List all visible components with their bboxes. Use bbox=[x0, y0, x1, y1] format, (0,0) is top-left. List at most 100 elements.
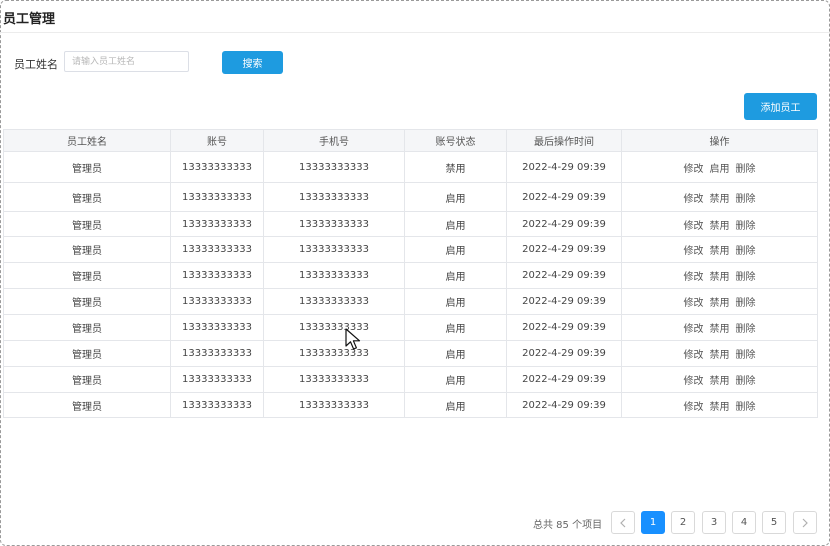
actions-cell: 修改 禁用 删除 bbox=[621, 340, 818, 367]
phone-cell: 13333333333 bbox=[263, 236, 405, 263]
delete-link[interactable]: 删除 bbox=[736, 164, 756, 175]
column-header-phone: 手机号 bbox=[263, 129, 405, 152]
toggle-status-link[interactable]: 禁用 bbox=[710, 246, 730, 257]
account-cell: 13333333333 bbox=[170, 262, 264, 289]
title-divider bbox=[0, 32, 830, 33]
actions-cell: 修改 禁用 删除 bbox=[621, 236, 818, 263]
page-button-4[interactable]: 4 bbox=[732, 511, 756, 534]
employee-table: 员工姓名 账号 手机号 账号状态 最后操作时间 操作 管理员 1333333333… bbox=[3, 129, 818, 418]
delete-link[interactable]: 删除 bbox=[736, 272, 756, 283]
account-cell: 13333333333 bbox=[170, 288, 264, 315]
delete-link[interactable]: 删除 bbox=[736, 221, 756, 232]
toggle-status-link[interactable]: 禁用 bbox=[710, 298, 730, 309]
status-cell: 启用 bbox=[404, 314, 507, 341]
edit-link[interactable]: 修改 bbox=[684, 194, 704, 205]
table-row: 管理员 13333333333 13333333333 启用 2022-4-29 09:… bbox=[3, 314, 818, 341]
edit-link[interactable]: 修改 bbox=[684, 272, 704, 283]
edit-link[interactable]: 修改 bbox=[684, 164, 704, 175]
table-row: 管理员 13333333333 13333333333 启用 2022-4-29 09:… bbox=[3, 366, 818, 393]
account-cell: 13333333333 bbox=[170, 366, 264, 393]
toggle-status-link[interactable]: 启用 bbox=[710, 164, 730, 175]
account-cell: 13333333333 bbox=[170, 314, 264, 341]
phone-cell: 13333333333 bbox=[263, 314, 405, 341]
table-header-row: 员工姓名 账号 手机号 账号状态 最后操作时间 操作 bbox=[3, 129, 818, 152]
delete-link[interactable]: 删除 bbox=[736, 246, 756, 257]
phone-cell: 13333333333 bbox=[263, 340, 405, 367]
last-operation-time-cell: 2022-4-29 09:39 bbox=[506, 288, 622, 315]
page-title: 员工管理 bbox=[3, 12, 56, 27]
last-operation-time-cell: 2022-4-29 09:39 bbox=[506, 182, 622, 212]
actions-cell: 修改 启用 删除 bbox=[621, 151, 818, 183]
toggle-status-link[interactable]: 禁用 bbox=[710, 402, 730, 413]
account-cell: 13333333333 bbox=[170, 236, 264, 263]
search-button[interactable]: 搜索 bbox=[222, 51, 283, 74]
toggle-status-link[interactable]: 禁用 bbox=[710, 350, 730, 361]
edit-link[interactable]: 修改 bbox=[684, 246, 704, 257]
table-row: 管理员 13333333333 13333333333 禁用 2022-4-29 09:… bbox=[3, 151, 818, 183]
edit-link[interactable]: 修改 bbox=[684, 376, 704, 387]
status-cell: 启用 bbox=[404, 211, 507, 237]
toggle-status-link[interactable]: 禁用 bbox=[710, 324, 730, 335]
table-row: 管理员 13333333333 13333333333 启用 2022-4-29 09:… bbox=[3, 236, 818, 263]
phone-cell: 13333333333 bbox=[263, 211, 405, 237]
employee-name-cell: 管理员 bbox=[3, 236, 171, 263]
mouse-pointer-icon bbox=[345, 328, 363, 356]
page-button-5[interactable]: 5 bbox=[762, 511, 786, 534]
employee-name-cell: 管理员 bbox=[3, 262, 171, 289]
last-operation-time-cell: 2022-4-29 09:39 bbox=[506, 262, 622, 289]
status-cell: 启用 bbox=[404, 262, 507, 289]
actions-cell: 修改 禁用 删除 bbox=[621, 211, 818, 237]
page-button-3[interactable]: 3 bbox=[702, 511, 726, 534]
employee-name-cell: 管理员 bbox=[3, 314, 171, 341]
next-page-button[interactable] bbox=[793, 511, 817, 534]
status-cell: 启用 bbox=[404, 182, 507, 212]
page-button-1[interactable]: 1 bbox=[641, 511, 665, 534]
delete-link[interactable]: 删除 bbox=[736, 402, 756, 413]
toggle-status-link[interactable]: 禁用 bbox=[710, 221, 730, 232]
chevron-right-icon bbox=[801, 518, 809, 528]
delete-link[interactable]: 删除 bbox=[736, 350, 756, 361]
edit-link[interactable]: 修改 bbox=[684, 324, 704, 335]
last-operation-time-cell: 2022-4-29 09:39 bbox=[506, 366, 622, 393]
edit-link[interactable]: 修改 bbox=[684, 350, 704, 361]
toggle-status-link[interactable]: 禁用 bbox=[710, 272, 730, 283]
delete-link[interactable]: 删除 bbox=[736, 376, 756, 387]
edit-link[interactable]: 修改 bbox=[684, 402, 704, 413]
pagination: 总共 85 个项目 1 2 3 4 5 bbox=[0, 511, 830, 535]
toggle-status-link[interactable]: 禁用 bbox=[710, 194, 730, 205]
status-cell: 启用 bbox=[404, 392, 507, 418]
delete-link[interactable]: 删除 bbox=[736, 194, 756, 205]
prev-page-button[interactable] bbox=[611, 511, 635, 534]
status-cell: 禁用 bbox=[404, 151, 507, 183]
actions-cell: 修改 禁用 删除 bbox=[621, 288, 818, 315]
phone-cell: 13333333333 bbox=[263, 392, 405, 418]
edit-link[interactable]: 修改 bbox=[684, 221, 704, 232]
column-header-actions: 操作 bbox=[621, 129, 818, 152]
employee-name-cell: 管理员 bbox=[3, 366, 171, 393]
delete-link[interactable]: 删除 bbox=[736, 324, 756, 335]
column-header-account: 账号 bbox=[170, 129, 264, 152]
page-button-2[interactable]: 2 bbox=[671, 511, 695, 534]
last-operation-time-cell: 2022-4-29 09:39 bbox=[506, 314, 622, 341]
account-cell: 13333333333 bbox=[170, 151, 264, 183]
phone-cell: 13333333333 bbox=[263, 151, 405, 183]
table-row: 管理员 13333333333 13333333333 启用 2022-4-29 09:… bbox=[3, 182, 818, 212]
last-operation-time-cell: 2022-4-29 09:39 bbox=[506, 392, 622, 418]
account-cell: 13333333333 bbox=[170, 392, 264, 418]
toggle-status-link[interactable]: 禁用 bbox=[710, 376, 730, 387]
phone-cell: 13333333333 bbox=[263, 366, 405, 393]
search-input[interactable] bbox=[64, 51, 189, 72]
edit-link[interactable]: 修改 bbox=[684, 298, 704, 309]
status-cell: 启用 bbox=[404, 236, 507, 263]
actions-cell: 修改 禁用 删除 bbox=[621, 366, 818, 393]
add-employee-button[interactable]: 添加员工 bbox=[744, 93, 817, 120]
status-cell: 启用 bbox=[404, 366, 507, 393]
delete-link[interactable]: 删除 bbox=[736, 298, 756, 309]
employee-name-cell: 管理员 bbox=[3, 151, 171, 183]
phone-cell: 13333333333 bbox=[263, 262, 405, 289]
actions-cell: 修改 禁用 删除 bbox=[621, 262, 818, 289]
actions-cell: 修改 禁用 删除 bbox=[621, 392, 818, 418]
table-row: 管理员 13333333333 13333333333 启用 2022-4-29 09:… bbox=[3, 392, 818, 418]
actions-cell: 修改 禁用 删除 bbox=[621, 314, 818, 341]
column-header-name: 员工姓名 bbox=[3, 129, 171, 152]
